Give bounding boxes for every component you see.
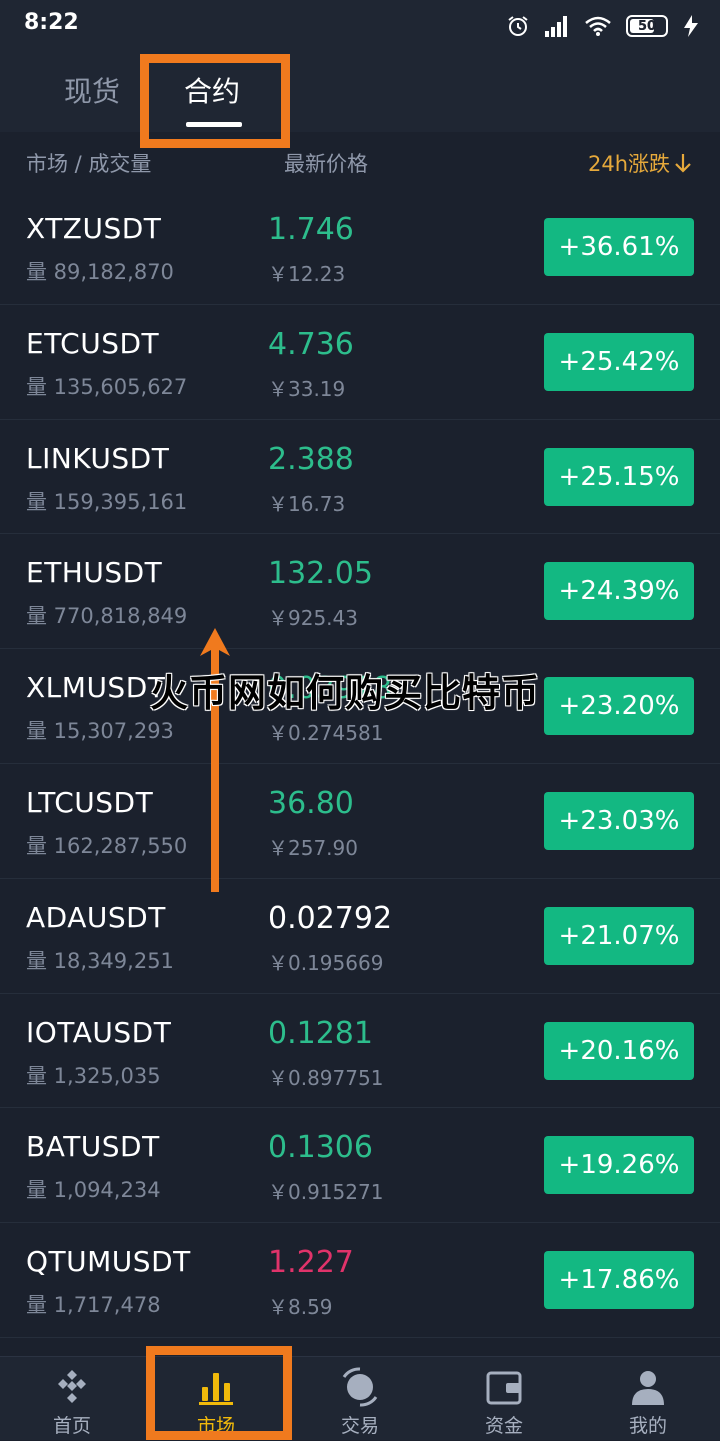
- market-symbol: ETCUSDT: [26, 326, 160, 360]
- market-row[interactable]: XTZUSDT 量 89,182,870 1.746 ￥12.23 +36.61%: [0, 190, 720, 305]
- market-symbol: ADAUSDT: [26, 900, 166, 934]
- nav-home[interactable]: 首页: [0, 1357, 144, 1441]
- change-badge[interactable]: +17.86%: [544, 1251, 694, 1310]
- battery-icon: 50: [626, 15, 668, 37]
- battery-level: 50: [637, 18, 657, 34]
- status-bar: 8:22 50: [0, 0, 720, 52]
- market-price: 0.1306: [268, 1130, 373, 1166]
- market-symbol: LTCUSDT: [26, 785, 154, 819]
- change-badge[interactable]: +20.16%: [544, 1021, 694, 1080]
- nav-profile[interactable]: 我的: [576, 1357, 720, 1441]
- market-row[interactable]: LTCUSDT 量 162,287,550 36.80 ￥257.90 +23.03%: [0, 764, 720, 879]
- wifi-icon: [585, 16, 611, 36]
- status-icons: 50: [506, 12, 700, 40]
- change-badge[interactable]: +25.15%: [544, 447, 694, 506]
- market-symbol: BATUSDT: [26, 1130, 160, 1164]
- nav-trade-label: 交易: [340, 1415, 379, 1437]
- nav-profile-label: 我的: [628, 1415, 667, 1437]
- market-volume: 量 162,287,550: [26, 833, 188, 858]
- market-row[interactable]: ETHUSDT 量 770,818,849 132.05 ￥925.43 +24.39%: [0, 534, 720, 650]
- market-price: 1.227: [268, 1245, 354, 1281]
- market-price: 0.1281: [268, 1015, 373, 1051]
- change-badge[interactable]: +25.42%: [544, 332, 694, 391]
- market-price: 36.80: [268, 785, 354, 821]
- market-volume: 量 89,182,870: [26, 260, 174, 284]
- change-badge[interactable]: +24.39%: [544, 562, 694, 621]
- market-volume: 量 18,349,251: [26, 948, 174, 973]
- sort-down-arrow-icon: [675, 154, 691, 173]
- market-volume: 量 770,818,849: [26, 604, 188, 629]
- market-price-cny: ￥257.90: [268, 835, 358, 860]
- market-volume: 量 135,605,627: [26, 374, 188, 399]
- market-price: 132.05: [268, 556, 373, 592]
- market-tabs: 现货 合约: [0, 52, 720, 132]
- market-price: 1.746: [268, 212, 354, 247]
- nav-home-label: 首页: [52, 1415, 91, 1437]
- market-price: 0.02792: [268, 900, 393, 936]
- market-volume: 量 15,307,293: [26, 719, 174, 744]
- column-header: 市场 / 成交量 最新价格 24h涨跌: [0, 132, 720, 190]
- market-row[interactable]: LINKUSDT 量 159,395,161 2.388 ￥16.73 +25.15%: [0, 420, 720, 535]
- market-price-cny: ￥33.19: [268, 376, 346, 401]
- market-volume: 量 1,094,234: [26, 1178, 161, 1203]
- market-row[interactable]: QTUMUSDT 量 1,717,478 1.227 ￥8.59 +17.86%: [0, 1223, 720, 1338]
- market-symbol: XTZUSDT: [26, 212, 162, 245]
- market-list: XTZUSDT 量 89,182,870 1.746 ￥12.23 +36.61% ETC…: [0, 190, 720, 1338]
- market-row[interactable]: ADAUSDT 量 18,349,251 0.02792 ￥0.195669 +21.0…: [0, 879, 720, 994]
- column-24h-change[interactable]: 24h涨跌: [588, 148, 692, 178]
- profile-icon: [632, 1371, 664, 1405]
- market-volume: 量 159,395,161: [26, 489, 188, 514]
- column-latest-price[interactable]: 最新价格: [284, 148, 368, 178]
- wallet-icon: [486, 1371, 522, 1405]
- market-price-cny: ￥8.59: [268, 1295, 333, 1320]
- market-price-cny: ￥0.195669: [268, 950, 384, 975]
- market-price: 2.388: [268, 441, 354, 477]
- market-row[interactable]: BATUSDT 量 1,094,234 0.1306 ￥0.915271 +19.26%: [0, 1108, 720, 1224]
- market-symbol: XLMUSDT: [26, 671, 166, 705]
- change-badge[interactable]: +21.07%: [544, 906, 694, 965]
- tab-spot[interactable]: 现货: [64, 70, 120, 110]
- trade-icon: [342, 1367, 378, 1407]
- market-price: 4.736: [268, 326, 354, 362]
- change-badge[interactable]: +19.26%: [544, 1136, 694, 1195]
- charging-icon: [684, 15, 698, 37]
- market-row[interactable]: IOTAUSDT 量 1,325,035 0.1281 ￥0.897751 +20.16…: [0, 994, 720, 1109]
- market-price-cny: ￥12.23: [268, 262, 346, 286]
- alarm-icon: [508, 16, 528, 36]
- market-price-cny: ￥0.915271: [268, 1180, 384, 1205]
- highlight-box-market-nav: [146, 1346, 292, 1440]
- nav-funds-label: 资金: [484, 1415, 523, 1437]
- bottom-navigation: 首页 市场 交易 资金 我的: [0, 1356, 720, 1440]
- signal-icon: [545, 16, 567, 37]
- nav-trade[interactable]: 交易: [288, 1357, 432, 1441]
- nav-funds[interactable]: 资金: [432, 1357, 576, 1441]
- market-price-cny: ￥925.43: [268, 606, 358, 631]
- market-row[interactable]: ETCUSDT 量 135,605,627 4.736 ￥33.19 +25.42%: [0, 305, 720, 420]
- market-symbol: IOTAUSDT: [26, 1015, 172, 1049]
- column-24h-change-label: 24h涨跌: [587, 152, 670, 176]
- market-symbol: ETHUSDT: [26, 556, 163, 590]
- market-price-cny: ￥16.73: [268, 491, 346, 516]
- watermark-caption: 火币网如何购买比特币: [150, 671, 541, 715]
- column-market-volume[interactable]: 市场 / 成交量: [26, 148, 151, 178]
- market-price-cny: ￥0.274581: [268, 721, 384, 746]
- change-badge[interactable]: +36.61%: [544, 218, 694, 276]
- change-badge[interactable]: +23.20%: [544, 677, 694, 736]
- change-badge[interactable]: +23.03%: [544, 791, 694, 850]
- market-symbol: QTUMUSDT: [26, 1245, 191, 1279]
- status-time: 8:22: [24, 10, 79, 35]
- home-icon: [58, 1370, 86, 1403]
- market-volume: 量 1,717,478: [26, 1293, 161, 1318]
- market-symbol: LINKUSDT: [26, 441, 170, 475]
- market-volume: 量 1,325,035: [26, 1063, 161, 1088]
- market-price-cny: ￥0.897751: [268, 1065, 384, 1090]
